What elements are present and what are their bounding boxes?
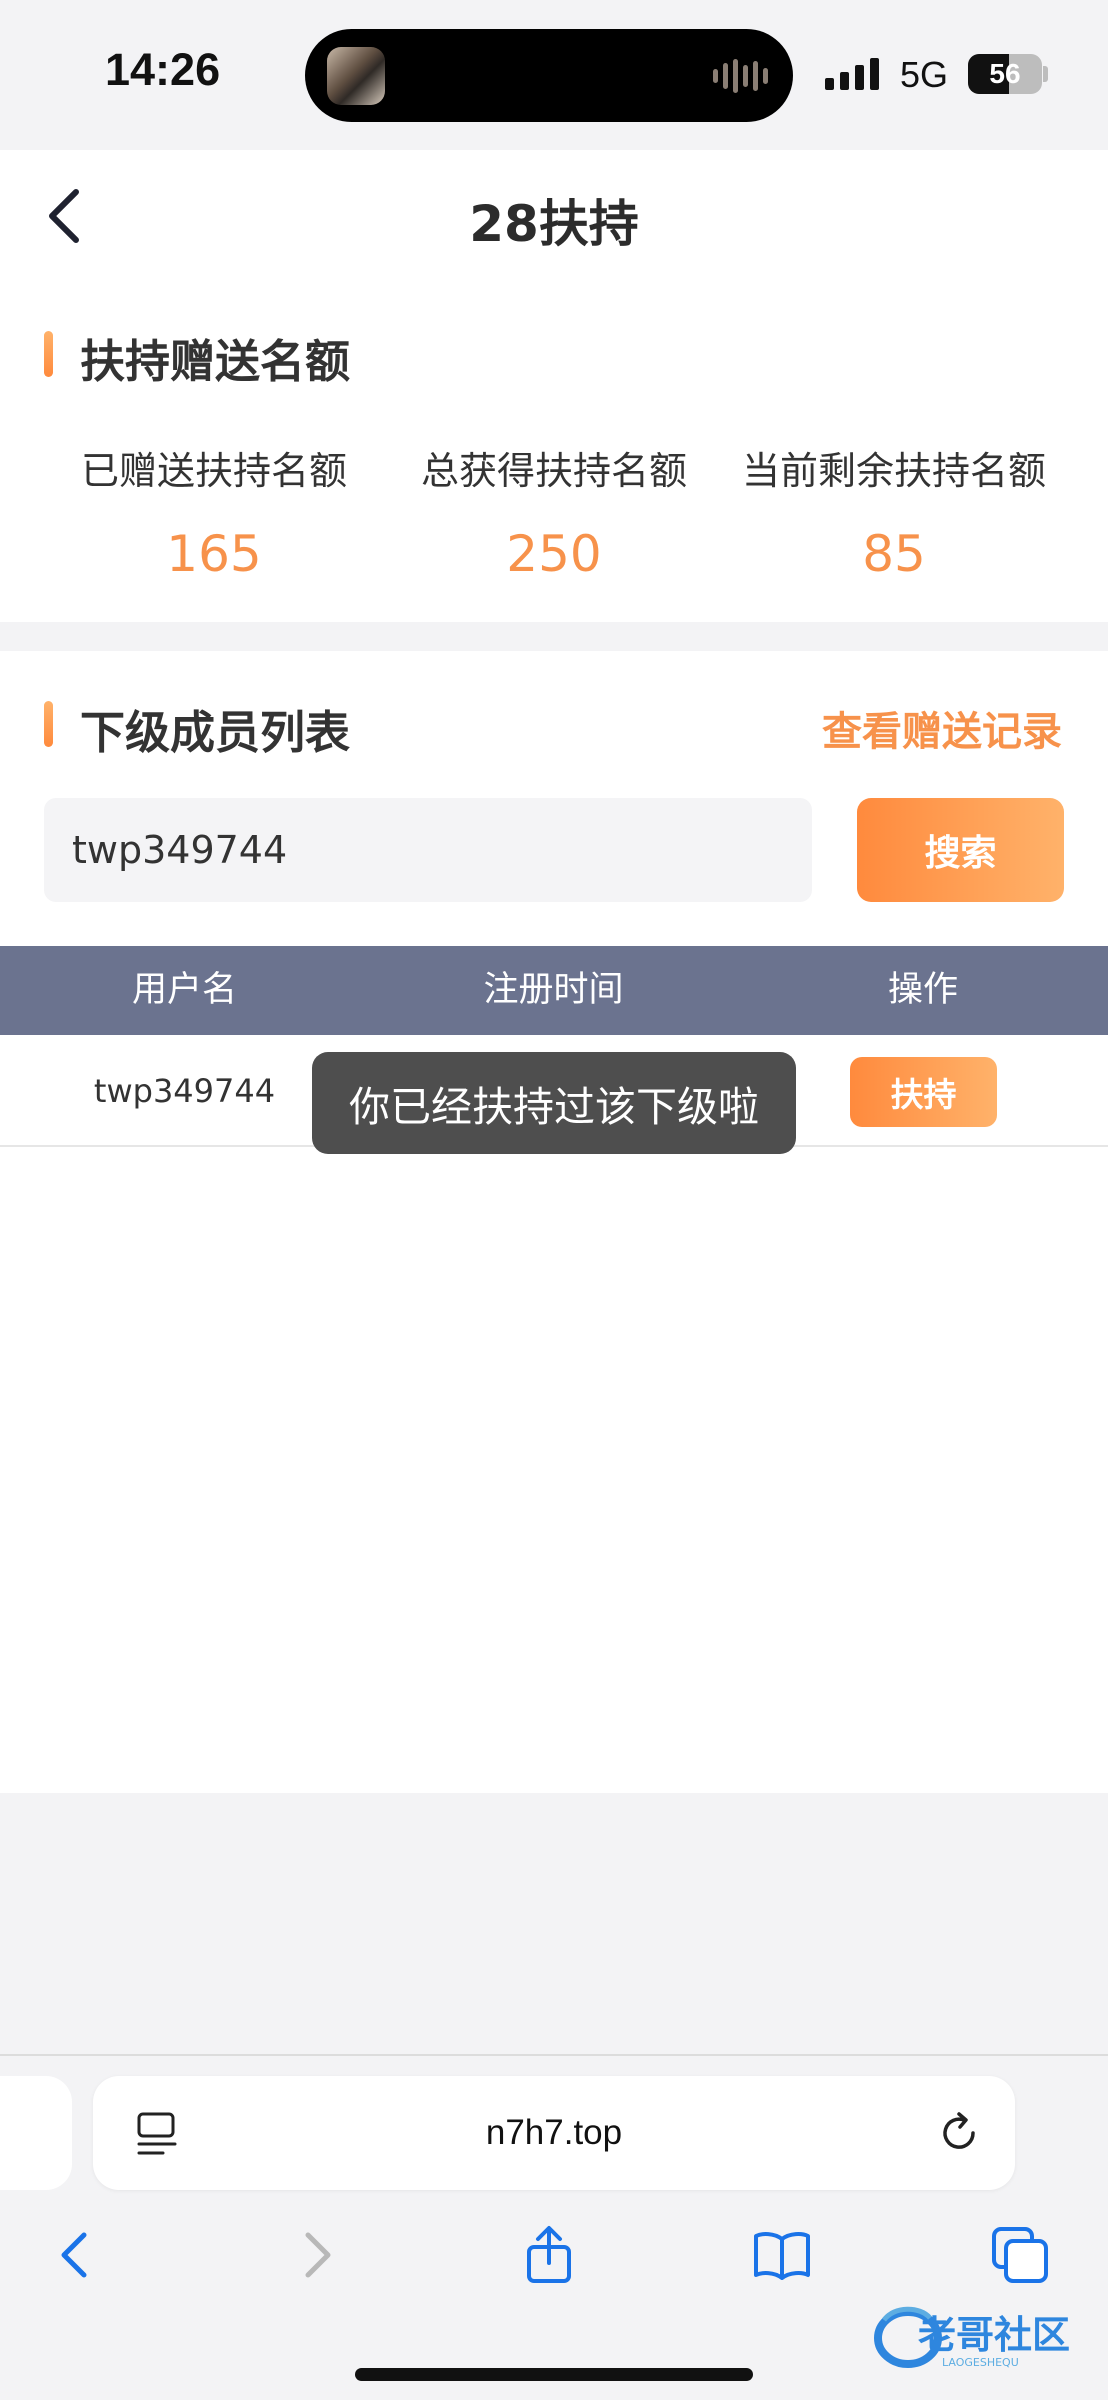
- reload-icon[interactable]: [935, 2109, 983, 2157]
- column-register-time: 注册时间: [483, 970, 624, 1010]
- share-icon[interactable]: [519, 2225, 579, 2285]
- quota-section-title: 扶持赠送名额: [80, 335, 351, 388]
- bookmarks-icon[interactable]: [752, 2225, 812, 2285]
- svg-text:LAOGESHEQU: LAOGESHEQU: [942, 2356, 1019, 2369]
- section-marker: [44, 701, 53, 747]
- page-title: 28扶持: [469, 195, 639, 253]
- stat-value-remaining: 85: [862, 525, 926, 583]
- network-type: 5G: [900, 54, 949, 95]
- dynamic-island[interactable]: [305, 29, 793, 122]
- cellular-signal-icon: [825, 58, 879, 90]
- quota-section: 扶持赠送名额 已赠送扶持名额 165 总获得扶持名额 250 当前剩余扶持名额 …: [0, 280, 1108, 622]
- tabs-icon[interactable]: [990, 2225, 1050, 2285]
- support-button[interactable]: 扶持: [850, 1057, 997, 1127]
- url-text: n7h7.top: [485, 2113, 623, 2152]
- search-button[interactable]: 搜索: [857, 798, 1064, 902]
- forward-arrow-icon[interactable]: [286, 2225, 346, 2285]
- view-gift-records-link[interactable]: 查看赠送记录: [822, 699, 1062, 757]
- stat-label-total: 总获得扶持名额: [420, 449, 687, 493]
- svg-text:老哥社区: 老哥社区: [918, 2313, 1070, 2357]
- members-section: 下级成员列表 查看赠送记录 搜索 用户名 注册时间 操作 twp349744 扶…: [0, 651, 1108, 1793]
- stat-label-given: 已赠送扶持名额: [80, 449, 347, 493]
- stat-label-remaining: 当前剩余扶持名额: [741, 449, 1046, 493]
- column-action: 操作: [887, 970, 958, 1010]
- toast-message: 你已经扶持过该下级啦: [312, 1052, 796, 1154]
- back-arrow-icon[interactable]: [46, 2225, 106, 2285]
- previous-tab-preview[interactable]: [0, 2076, 72, 2190]
- battery-icon: 56: [968, 54, 1042, 94]
- home-indicator[interactable]: [355, 2368, 753, 2381]
- table-header: 用户名 注册时间 操作: [0, 946, 1108, 1035]
- stat-value-total: 250: [506, 525, 602, 583]
- nav-header: 28扶持: [0, 150, 1108, 280]
- section-marker: [44, 331, 53, 377]
- column-username: 用户名: [131, 970, 237, 1010]
- battery-tip: [1043, 66, 1048, 82]
- stat-value-given: 165: [166, 525, 262, 583]
- audio-waveform-icon: [713, 59, 768, 93]
- members-section-title: 下级成员列表: [80, 706, 351, 759]
- watermark-logo: 老哥社区 LAOGESHEQU: [870, 2300, 1095, 2372]
- now-playing-artwork: [327, 47, 385, 105]
- toolbar-divider: [0, 2054, 1108, 2056]
- search-input[interactable]: [44, 798, 812, 902]
- address-bar[interactable]: n7h7.top: [93, 2076, 1015, 2190]
- battery-level: 56: [989, 58, 1021, 89]
- status-time: 14:26: [105, 44, 221, 95]
